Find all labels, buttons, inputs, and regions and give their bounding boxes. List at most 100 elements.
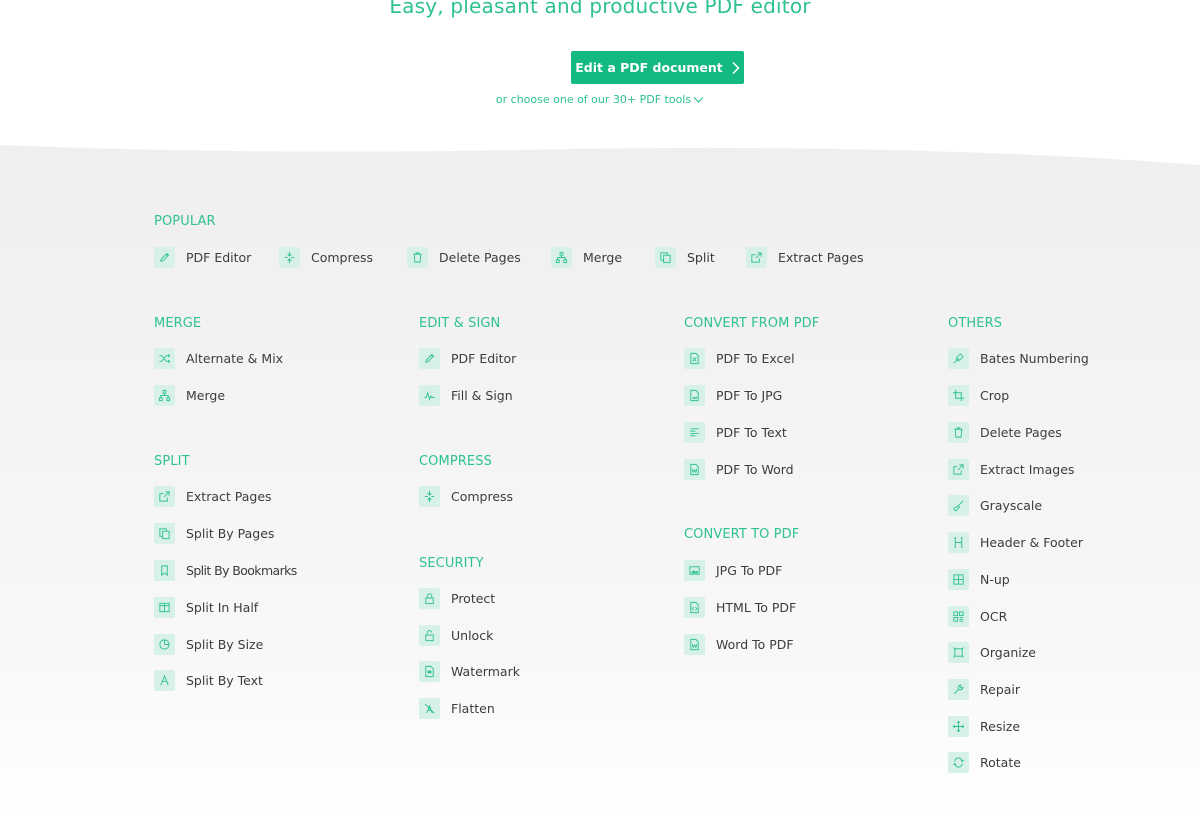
tool-label: Unlock	[451, 627, 494, 643]
convert-to-pdf-section-title: CONVERT TO PDF	[684, 527, 800, 542]
popular-tool-delete-pages[interactable]: Delete Pages	[407, 246, 521, 268]
tool-label: JPG To PDF	[716, 562, 783, 578]
split-tool-split-in-half[interactable]: Split In Half	[154, 596, 258, 618]
tool-label: Extract Images	[980, 461, 1075, 477]
unlock-icon	[419, 624, 440, 646]
security-tool-protect[interactable]: Protect	[419, 587, 495, 609]
convert-tool-jpg-to-pdf[interactable]: JPG To PDF	[684, 559, 782, 581]
tool-label: Merge	[583, 249, 623, 265]
compress-icon	[279, 246, 300, 268]
tool-label: Extract Pages	[186, 488, 272, 504]
split-tool-extract-pages[interactable]: Extract Pages	[154, 485, 272, 507]
merge-icon	[154, 384, 175, 406]
tool-label: Flatten	[451, 700, 495, 716]
tool-label: Crop	[980, 387, 1010, 403]
tool-label: OCR	[980, 608, 1008, 624]
others-section-title: OTHERS	[948, 316, 1003, 331]
tool-label: Compress	[311, 249, 374, 265]
tool-label: Resize	[980, 718, 1021, 734]
edit-tool-pdf-editor[interactable]: PDF Editor	[419, 347, 516, 369]
security-tool-watermark[interactable]: Watermark	[419, 660, 520, 682]
tool-label: Organize	[980, 644, 1036, 660]
tool-label: Repair	[980, 681, 1021, 697]
signature-icon	[419, 384, 440, 406]
popular-tool-compress[interactable]: Compress	[279, 246, 373, 268]
chevron-right-icon	[732, 61, 740, 74]
more-tools-link[interactable]: or choose one of our 30+ PDF tools	[0, 93, 1200, 106]
popular-tool-extract-pages[interactable]: Extract Pages	[746, 246, 864, 268]
compress-tool-compress[interactable]: Compress	[419, 485, 513, 507]
convert-tool-pdf-to-word[interactable]: PDF To Word	[684, 458, 794, 480]
edit-pdf-button-label: Edit a PDF document	[575, 60, 723, 75]
split-tool-split-by-pages[interactable]: Split By Pages	[154, 522, 274, 544]
edit-sign-section-title: EDIT & SIGN	[419, 316, 501, 331]
tool-label: Split By Text	[186, 672, 263, 688]
convert-tool-pdf-to-excel[interactable]: PDF To Excel	[684, 347, 795, 369]
tool-label: Protect	[451, 590, 496, 606]
lock-icon	[419, 587, 440, 609]
others-tool-repair[interactable]: Repair	[948, 678, 1020, 700]
others-tool-ocr[interactable]: OCR	[948, 605, 1007, 627]
convert-tool-pdf-to-jpg[interactable]: PDF To JPG	[684, 384, 782, 406]
stamp-icon	[948, 347, 969, 369]
pencil-icon	[154, 246, 175, 268]
split-section-title: SPLIT	[154, 454, 190, 469]
image-icon	[684, 559, 705, 581]
tool-label: Delete Pages	[980, 424, 1062, 440]
security-tool-flatten[interactable]: Flatten	[419, 697, 495, 719]
extract-icon	[154, 485, 175, 507]
merge-tool-alternate-mix[interactable]: Alternate & Mix	[154, 347, 283, 369]
pencil-icon	[419, 347, 440, 369]
resize-icon	[948, 715, 969, 737]
popular-tool-split[interactable]: Split	[655, 246, 715, 268]
edit-tool-fill-sign[interactable]: Fill & Sign	[419, 384, 513, 406]
others-tool-organize[interactable]: Organize	[948, 641, 1036, 663]
others-tool-delete-pages[interactable]: Delete Pages	[948, 421, 1062, 443]
edit-pdf-button[interactable]: Edit a PDF document	[571, 51, 744, 84]
rotate-icon	[948, 751, 969, 773]
merge-icon	[551, 246, 572, 268]
others-tool-resize[interactable]: Resize	[948, 715, 1020, 737]
tool-label: HTML To PDF	[716, 599, 797, 615]
convert-tool-pdf-to-text[interactable]: PDF To Text	[684, 421, 787, 443]
split-tool-split-by-size[interactable]: Split By Size	[154, 633, 263, 655]
compress-section-title: COMPRESS	[419, 454, 492, 469]
popular-tool-merge[interactable]: Merge	[551, 246, 622, 268]
shuffle-icon	[154, 347, 175, 369]
watermark-icon	[419, 660, 440, 682]
others-tool-header-footer[interactable]: Header & Footer	[948, 531, 1083, 553]
tool-label: Split By Bookmarks	[186, 562, 297, 578]
merge-section-title: MERGE	[154, 316, 202, 331]
text-lines-icon	[684, 421, 705, 443]
chevron-down-icon	[693, 97, 704, 103]
tool-label: PDF To Text	[716, 424, 787, 440]
word-file-icon	[684, 633, 705, 655]
tool-label: Compress	[451, 488, 514, 504]
convert-tool-html-to-pdf[interactable]: HTML To PDF	[684, 596, 796, 618]
word-file-icon	[684, 458, 705, 480]
split-icon	[154, 522, 175, 544]
split-tool-split-by-text[interactable]: Split By Text	[154, 669, 263, 691]
others-tool-extract-images[interactable]: Extract Images	[948, 458, 1074, 480]
tool-label: Fill & Sign	[451, 387, 513, 403]
grid-icon	[948, 568, 969, 590]
merge-tool-merge[interactable]: Merge	[154, 384, 225, 406]
others-tool-n-up[interactable]: N-up	[948, 568, 1010, 590]
tool-label: Split By Size	[186, 636, 264, 652]
others-tool-crop[interactable]: Crop	[948, 384, 1009, 406]
half-icon	[154, 596, 175, 618]
others-tool-bates-numbering[interactable]: Bates Numbering	[948, 347, 1089, 369]
others-tool-grayscale[interactable]: Grayscale	[948, 494, 1042, 516]
flatten-icon	[419, 697, 440, 719]
tool-label: Header & Footer	[980, 534, 1083, 550]
hero-section: Easy, pleasant and productive PDF editor…	[0, 0, 1200, 140]
security-tool-unlock[interactable]: Unlock	[419, 624, 493, 646]
text-a-icon	[154, 669, 175, 691]
security-section-title: SECURITY	[419, 556, 484, 571]
popular-tool-pdf-editor[interactable]: PDF Editor	[154, 246, 251, 268]
others-tool-rotate[interactable]: Rotate	[948, 751, 1021, 773]
convert-tool-word-to-pdf[interactable]: Word To PDF	[684, 633, 794, 655]
tool-label: Grayscale	[980, 497, 1043, 513]
split-tool-split-by-bookmarks[interactable]: Split By Bookmarks	[154, 559, 297, 581]
trash-icon	[948, 421, 969, 443]
